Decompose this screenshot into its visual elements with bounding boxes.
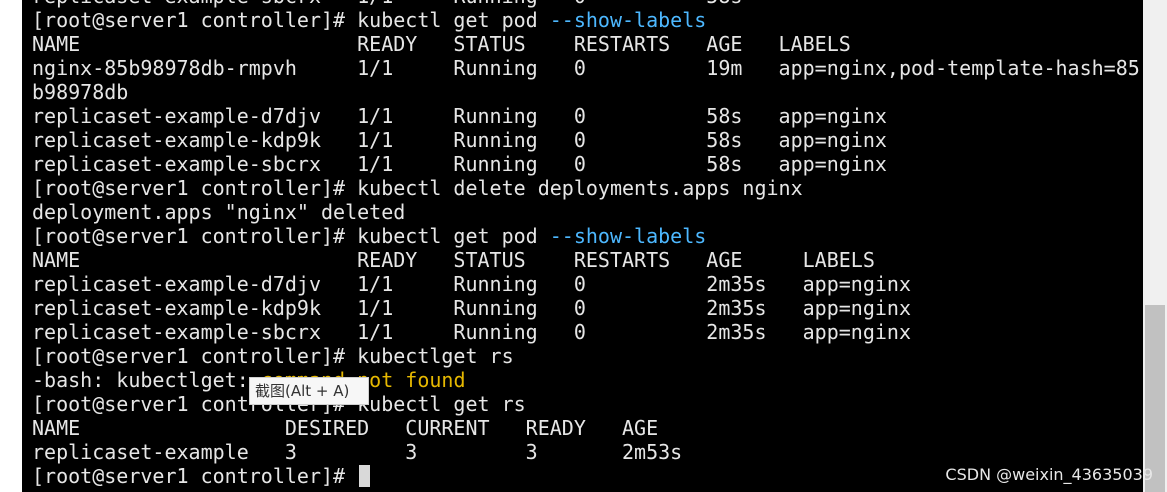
terminal-text: [root@server1 controller]# kubectl get p… [32,224,550,248]
terminal-line: deployment.apps "nginx" deleted [32,200,1143,224]
terminal-text: replicaset-example-sbcrx 1/1 Running 0 2… [32,320,911,344]
terminal-text: replicaset-example 3 3 3 2m53s [32,440,683,464]
terminal-line: NAME READY STATUS RESTARTS AGE LABELS [32,248,1143,272]
terminal-text: [root@server1 controller]# kubectl get p… [32,8,550,32]
terminal-output: replicaset-example-sbcrx 1/1 Running 0 5… [32,0,1143,488]
terminal-text: [root@server1 controller]# kubectlget rs [32,344,514,368]
terminal-text: replicaset-example-kdp9k 1/1 Running 0 5… [32,128,887,152]
terminal-line: -bash: kubectlget: command not found [32,368,1143,392]
terminal-line: replicaset-example-d7djv 1/1 Running 0 2… [32,272,1143,296]
terminal-line: [root@server1 controller]# kubectl get p… [32,8,1143,32]
screenshot-tooltip: 截图(Alt + A) [249,377,369,405]
terminal-window[interactable]: replicaset-example-sbcrx 1/1 Running 0 5… [22,0,1143,492]
terminal-text: replicaset-example-kdp9k 1/1 Running 0 2… [32,296,911,320]
terminal-text: replicaset-example-sbcrx 1/1 Running 0 5… [32,0,742,8]
terminal-line: [root@server1 controller]# kubectl get p… [32,224,1143,248]
terminal-line: NAME READY STATUS RESTARTS AGE LABELS [32,32,1143,56]
terminal-line: replicaset-example 3 3 3 2m53s [32,440,1143,464]
csdn-watermark: CSDN @weixin_43635039 [945,465,1153,484]
terminal-text: NAME READY STATUS RESTARTS AGE LABELS [32,248,875,272]
terminal-text: NAME READY STATUS RESTARTS AGE LABELS [32,32,851,56]
terminal-line: replicaset-example-kdp9k 1/1 Running 0 5… [32,128,1143,152]
terminal-line: b98978db [32,80,1143,104]
terminal-text: replicaset-example-d7djv 1/1 Running 0 5… [32,104,887,128]
terminal-text: replicaset-example-d7djv 1/1 Running 0 2… [32,272,911,296]
terminal-line: [root@server1 controller]# kubectl get r… [32,392,1143,416]
terminal-line: nginx-85b98978db-rmpvh 1/1 Running 0 19m… [32,56,1143,80]
terminal-line: replicaset-example-d7djv 1/1 Running 0 5… [32,104,1143,128]
terminal-line: replicaset-example-sbcrx 1/1 Running 0 2… [32,320,1143,344]
terminal-line: replicaset-example-kdp9k 1/1 Running 0 2… [32,296,1143,320]
terminal-text: [root@server1 controller]# [32,464,358,488]
terminal-text: b98978db [32,80,129,104]
vertical-scrollbar[interactable] [1143,0,1167,492]
terminal-line: NAME DESIRED CURRENT READY AGE [32,416,1143,440]
terminal-line: [root@server1 controller]# kubectl delet… [32,176,1143,200]
terminal-text: nginx-85b98978db-rmpvh 1/1 Running 0 19m… [32,56,1140,80]
terminal-text: deployment.apps "nginx" deleted [32,200,406,224]
terminal-text: [root@server1 controller]# kubectl delet… [32,176,803,200]
terminal-line: replicaset-example-sbcrx 1/1 Running 0 5… [32,152,1143,176]
scrollbar-thumb[interactable] [1145,305,1165,492]
terminal-line: replicaset-example-sbcrx 1/1 Running 0 5… [32,0,1143,8]
terminal-text: replicaset-example-sbcrx 1/1 Running 0 5… [32,152,887,176]
command-flag: --show-labels [549,8,707,32]
terminal-text: NAME DESIRED CURRENT READY AGE [32,416,659,440]
terminal-text: -bash: kubectlget: [32,368,261,392]
terminal-line: [root@server1 controller]# kubectlget rs [32,344,1143,368]
command-flag: --show-labels [549,224,707,248]
text-cursor [359,465,371,487]
